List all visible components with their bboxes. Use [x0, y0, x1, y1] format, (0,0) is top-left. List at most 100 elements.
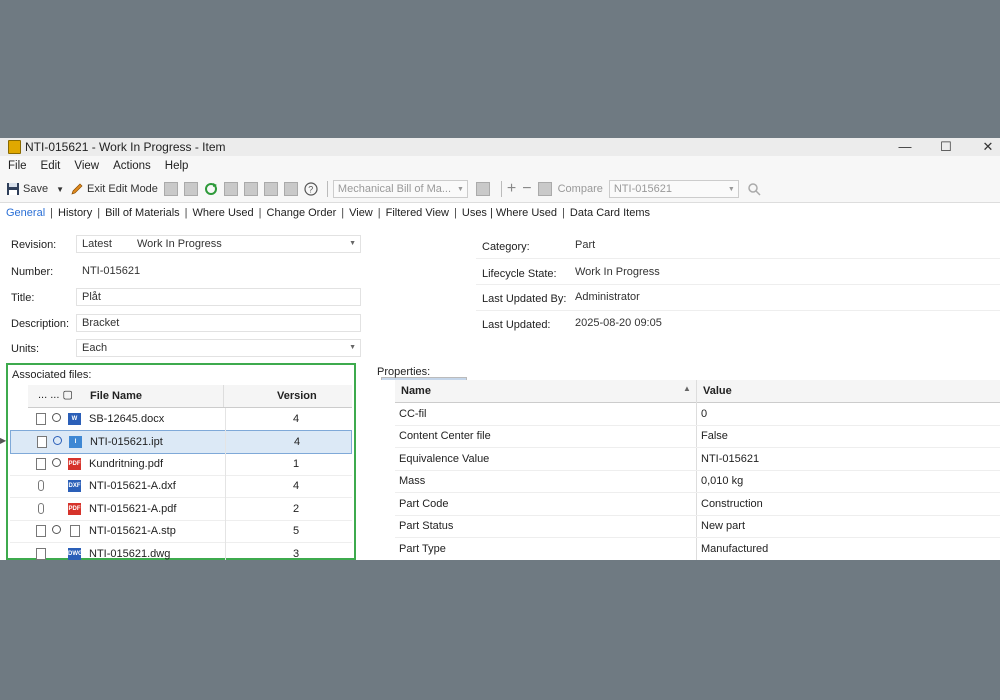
exit-edit-mode-button[interactable]: Exit Edit Mode: [70, 182, 158, 196]
copy-icon[interactable]: [163, 182, 178, 196]
table-row-selected[interactable]: ▶ I NTI-015621.ipt 4: [0, 430, 352, 454]
category-label: Category:: [482, 241, 530, 253]
pdf-file-icon: PDF: [68, 458, 81, 470]
tab-change-order[interactable]: Change Order: [267, 207, 337, 219]
tab-divider: |: [562, 207, 565, 219]
associated-files-title: Associated files:: [12, 369, 92, 381]
property-value: Construction: [701, 498, 763, 510]
remove-row-icon[interactable]: −: [522, 180, 531, 198]
item-window: NTI-015621 - Work In Progress - Item — ☐…: [0, 138, 1000, 560]
magnifier-icon: [53, 436, 62, 445]
magnifier-icon: [52, 458, 61, 467]
units-select[interactable]: Each ▼: [76, 339, 361, 357]
property-value: False: [701, 430, 728, 442]
property-name: Part Status: [399, 520, 454, 532]
sort-ascending-icon[interactable]: ▲: [683, 384, 691, 393]
tab-filtered-view[interactable]: Filtered View: [386, 207, 449, 219]
menu-edit[interactable]: Edit: [41, 160, 61, 172]
print-icon[interactable]: [223, 182, 238, 196]
revision-select[interactable]: Latest Work In Progress ▼: [76, 235, 361, 253]
title-field[interactable]: Plåt: [76, 288, 361, 306]
tab-divider: |: [454, 207, 457, 219]
table-row[interactable]: DWG NTI-015621.dwg 3: [10, 543, 352, 560]
lifecycle-label: Lifecycle State:: [482, 268, 557, 280]
search-icon[interactable]: [747, 182, 761, 196]
menu-bar: File Edit View Actions Help: [0, 156, 1000, 176]
title-bar: NTI-015621 - Work In Progress - Item — ☐…: [0, 138, 1000, 156]
menu-view[interactable]: View: [74, 160, 99, 172]
property-name: Part Type: [399, 543, 446, 555]
menu-actions[interactable]: Actions: [113, 160, 151, 172]
floppy-disk-icon: [7, 183, 19, 195]
table-row[interactable]: W SB-12645.docx 4: [10, 408, 352, 431]
revision-value: Latest: [82, 238, 112, 250]
property-row[interactable]: CC-fil 0: [395, 403, 1000, 426]
dxf-file-icon: DXF: [68, 480, 81, 492]
refresh-icon[interactable]: [204, 182, 218, 196]
row-divider: [476, 284, 1000, 285]
property-row[interactable]: Part Status New part: [395, 515, 1000, 538]
close-button[interactable]: ✕: [968, 138, 1000, 156]
save-button[interactable]: Save ▼: [6, 182, 64, 196]
word-file-icon: W: [68, 413, 81, 425]
file-name: Kundritning.pdf: [89, 458, 163, 470]
print-preview-icon[interactable]: [243, 182, 258, 196]
menu-help[interactable]: Help: [165, 160, 189, 172]
category-value: Part: [575, 239, 596, 251]
column-value[interactable]: Value: [703, 385, 732, 397]
attach-icon[interactable]: [263, 182, 278, 196]
property-row[interactable]: Equivalence Value NTI-015621: [395, 448, 1000, 471]
property-name: Equivalence Value: [399, 453, 490, 465]
table-row[interactable]: PDF Kundritning.pdf 1: [10, 453, 352, 476]
tab-view[interactable]: View: [349, 207, 373, 219]
report-icon[interactable]: [283, 182, 298, 196]
column-version[interactable]: Version: [277, 390, 317, 402]
tab-history[interactable]: History: [58, 207, 92, 219]
tab-divider: |: [97, 207, 101, 219]
property-value: 0,010 kg: [701, 475, 744, 487]
magnifier-icon: [52, 525, 61, 534]
column-file-name[interactable]: File Name: [90, 390, 142, 402]
associated-files-panel: Associated files: ... ... ▢ File Name Ve…: [0, 363, 356, 560]
property-name: Content Center file: [399, 430, 491, 442]
property-row[interactable]: Content Center file False: [395, 425, 1000, 448]
compare-icon: [537, 182, 552, 196]
last-updated-label: Last Updated:: [482, 319, 551, 331]
window-title: NTI-015621 - Work In Progress - Item: [25, 140, 226, 154]
revision-state: Work In Progress: [137, 238, 222, 250]
paste-icon[interactable]: [183, 182, 198, 196]
property-row[interactable]: Part Type Manufactured: [395, 538, 1000, 560]
compare-target-combo[interactable]: NTI-015621 ▼: [608, 180, 739, 198]
magnifier-icon: [52, 413, 61, 422]
tab-divider: |: [341, 207, 345, 219]
table-row[interactable]: DXF NTI-015621-A.dxf 4: [10, 475, 352, 498]
tab-uses-where-used[interactable]: Uses | Where Used: [462, 207, 557, 219]
properties-grid: Name ▲ Value CC-fil 0 Content Center file…: [373, 380, 1000, 560]
column-name[interactable]: Name: [401, 385, 431, 397]
compare-button[interactable]: Compare: [537, 182, 603, 196]
bom-settings-icon[interactable]: [475, 182, 490, 196]
property-row[interactable]: Mass 0,010 kg: [395, 470, 1000, 493]
tab-bill-of-materials[interactable]: Bill of Materials: [105, 207, 180, 219]
expand-arrow-icon[interactable]: ▶: [0, 436, 6, 445]
properties-title: Properties:: [377, 366, 431, 378]
file-name: NTI-015621-A.pdf: [89, 503, 177, 515]
menu-file[interactable]: File: [8, 160, 27, 172]
column-divider: [225, 408, 226, 560]
column-options-icon[interactable]: ... ... ▢: [38, 388, 73, 401]
description-field[interactable]: Bracket: [76, 314, 361, 332]
save-dropdown-arrow-icon[interactable]: ▼: [56, 185, 64, 194]
add-row-icon[interactable]: +: [507, 180, 516, 198]
tab-data-card-items[interactable]: Data Card Items: [570, 207, 650, 219]
compare-label: Compare: [557, 183, 603, 195]
help-icon[interactable]: ?: [304, 182, 318, 196]
bom-view-combo[interactable]: Mechanical Bill of Ma... ▼: [332, 180, 468, 198]
property-row[interactable]: Part Code Construction: [395, 493, 1000, 516]
table-row[interactable]: PDF NTI-015621-A.pdf 2: [10, 498, 352, 521]
tab-general[interactable]: General: [6, 207, 45, 219]
tab-where-used[interactable]: Where Used: [193, 207, 254, 219]
save-label: Save: [23, 183, 49, 195]
maximize-button[interactable]: ☐: [926, 138, 966, 156]
table-row[interactable]: NTI-015621-A.stp 5: [10, 520, 352, 543]
minimize-button[interactable]: —: [885, 138, 925, 156]
